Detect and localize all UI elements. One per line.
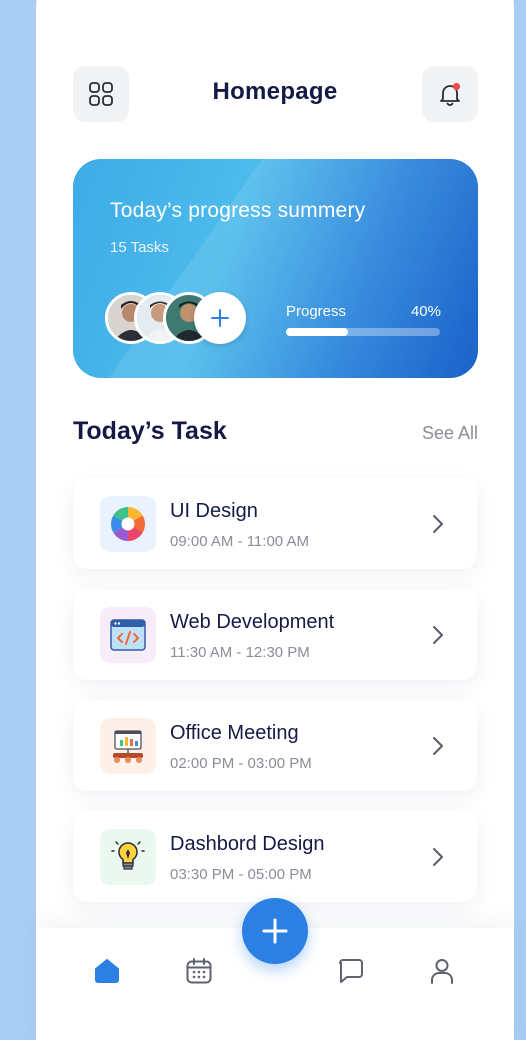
- summary-task-count: 15 Tasks: [110, 239, 169, 256]
- task-time: 02:00 PM - 03:00 PM: [170, 755, 312, 772]
- presentation-board-icon: [113, 730, 143, 763]
- notifications-button[interactable]: [422, 66, 478, 122]
- task-name: Office Meeting: [170, 722, 299, 744]
- task-icon-container: [100, 829, 156, 885]
- progress-summary-card[interactable]: Today’s progress summery 15 Tasks Progre…: [73, 159, 478, 378]
- task-time: 03:30 PM - 05:00 PM: [170, 866, 312, 883]
- task-time: 09:00 AM - 11:00 AM: [170, 533, 309, 550]
- progress-value: 40%: [410, 303, 441, 320]
- task-name: Web Development: [170, 611, 335, 633]
- color-wheel-icon: [111, 507, 145, 541]
- bell-icon: [440, 82, 461, 106]
- task-card-web-development[interactable]: Web Development 11:30 AM - 12:30 PM: [73, 589, 477, 680]
- see-all-link[interactable]: See All: [422, 423, 478, 444]
- task-name: UI Design: [170, 500, 258, 522]
- code-window-icon: [110, 619, 146, 651]
- progress-bar-fill: [286, 328, 348, 336]
- task-icon-container: [100, 607, 156, 663]
- section-title: Today’s Task: [73, 417, 227, 445]
- calendar-icon[interactable]: [184, 956, 214, 986]
- notification-dot: [452, 82, 461, 91]
- chevron-right-icon[interactable]: [431, 513, 445, 535]
- home-icon[interactable]: [92, 956, 122, 986]
- team-avatars: [105, 292, 255, 344]
- task-time: 11:30 AM - 12:30 PM: [170, 644, 310, 661]
- profile-icon[interactable]: [427, 956, 457, 986]
- chevron-right-icon[interactable]: [431, 846, 445, 868]
- plus-icon: [262, 918, 288, 944]
- lightbulb-pen-icon: [111, 841, 145, 870]
- add-member-button[interactable]: [194, 292, 246, 344]
- chevron-right-icon[interactable]: [431, 624, 445, 646]
- task-card-dashboard-design[interactable]: Dashbord Design 03:30 PM - 05:00 PM: [73, 811, 477, 902]
- progress-label: Progress: [286, 303, 347, 320]
- chevron-right-icon[interactable]: [431, 735, 445, 757]
- plus-icon: [211, 309, 229, 327]
- task-name: Dashbord Design: [170, 833, 325, 855]
- summary-title: Today’s progress summery: [110, 199, 366, 222]
- chat-icon[interactable]: [336, 956, 366, 986]
- task-card-office-meeting[interactable]: Office Meeting 02:00 PM - 03:00 PM: [73, 700, 477, 791]
- task-icon-container: [100, 496, 156, 552]
- task-icon-container: [100, 718, 156, 774]
- phone-screen: Homepage Today’s progress summery 15 Tas…: [36, 0, 514, 1040]
- add-task-button[interactable]: [242, 898, 308, 964]
- progress-bar: [286, 328, 440, 336]
- task-card-ui-design[interactable]: UI Design 09:00 AM - 11:00 AM: [73, 478, 477, 569]
